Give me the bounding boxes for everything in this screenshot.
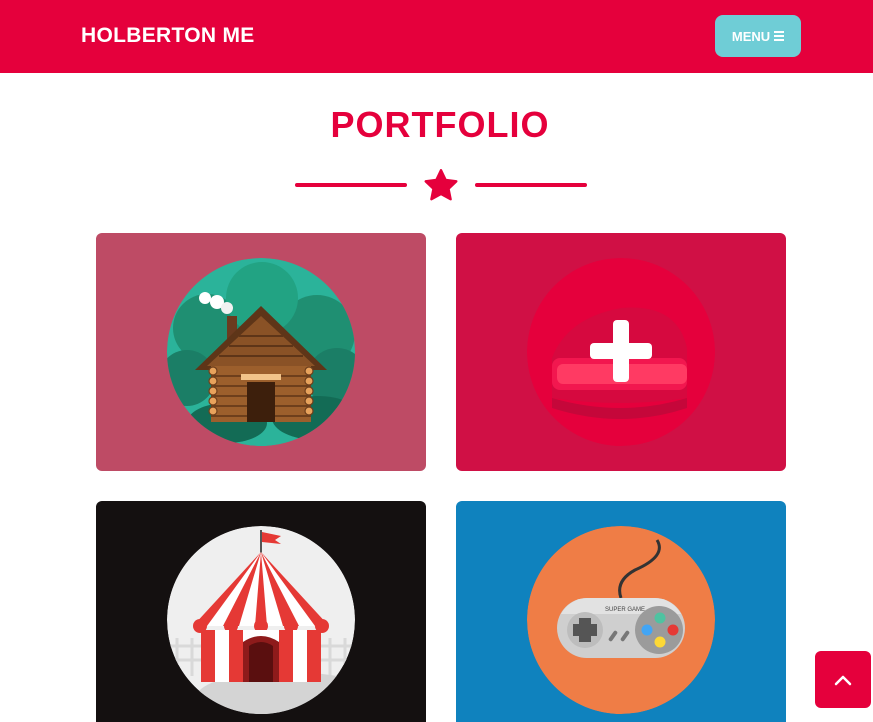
- bars-icon: [774, 31, 785, 41]
- chevron-up-icon: [834, 675, 852, 685]
- star-icon: [424, 169, 458, 201]
- brand-link[interactable]: HOLBERTON ME: [81, 24, 255, 48]
- cabin-icon: [167, 258, 355, 446]
- divider-line-left: [295, 183, 407, 187]
- navbar: HOLBERTON ME MENU: [0, 0, 873, 73]
- cake-icon: [527, 258, 715, 446]
- portfolio-item-cake[interactable]: [456, 233, 786, 471]
- menu-button-label: MENU: [731, 28, 771, 44]
- controller-label: SUPER GAME: [605, 607, 645, 613]
- portfolio-item-game[interactable]: SUPER GAME: [456, 501, 786, 722]
- portfolio-item-circus[interactable]: [96, 501, 426, 722]
- menu-button[interactable]: MENU: [715, 15, 801, 57]
- circus-tent-icon: [167, 526, 355, 714]
- portfolio-item-cabin[interactable]: [96, 233, 426, 471]
- scroll-to-top-button[interactable]: [815, 651, 871, 708]
- page-title: PORTFOLIO: [330, 104, 550, 145]
- divider-line-right: [475, 183, 587, 187]
- game-controller-icon: SUPER GAME: [527, 526, 715, 714]
